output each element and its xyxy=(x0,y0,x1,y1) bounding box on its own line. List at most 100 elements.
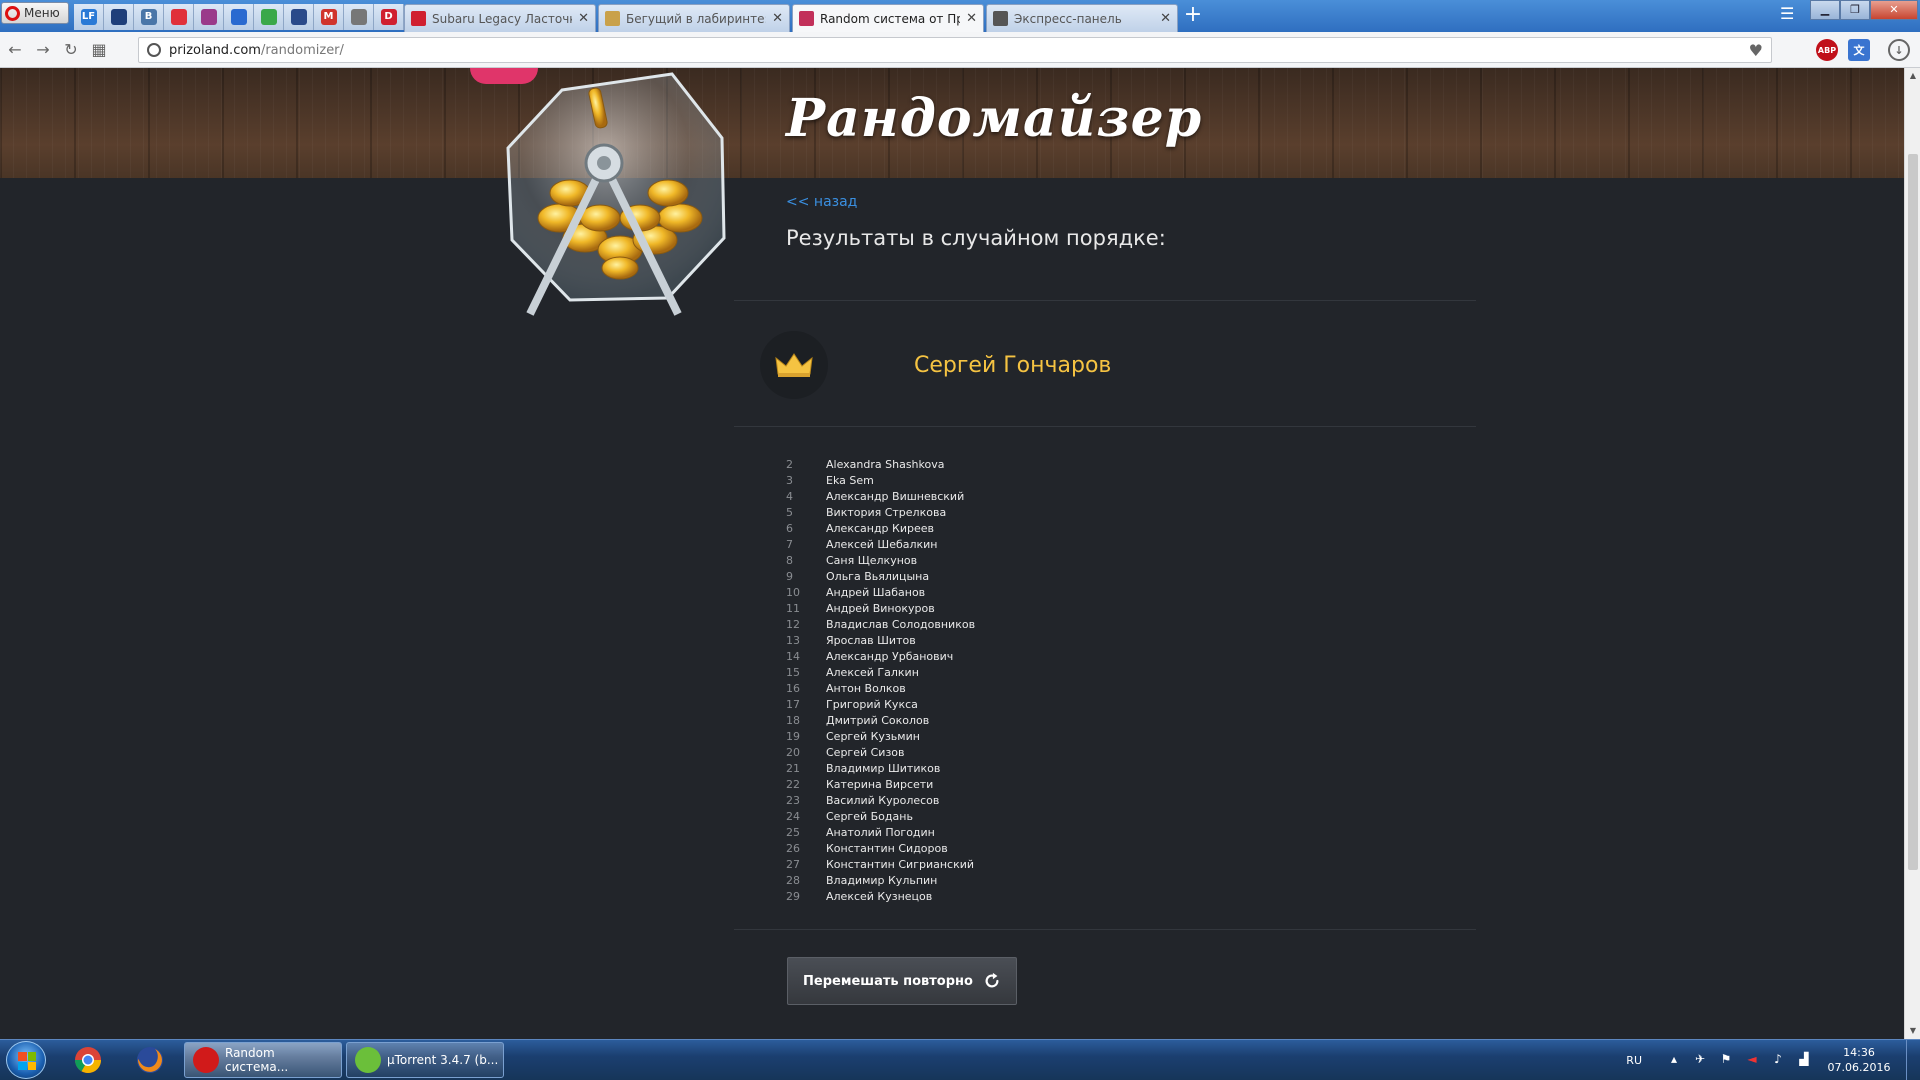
list-item: 7 Алексей Шебалкин xyxy=(786,536,975,552)
shuffle-again-button[interactable]: Перемешать повторно xyxy=(787,957,1017,1005)
minimize-button[interactable]: ▁ xyxy=(1810,0,1840,20)
divider-top xyxy=(734,300,1476,301)
lf-icon: LF xyxy=(80,9,97,25)
participant-name: Константин Сидоров xyxy=(826,841,948,855)
page-viewport: Рандомайзер << назад Результаты в случай… xyxy=(0,68,1904,1039)
browser-tab[interactable]: Бегущий в лабиринте: Ис ✕ xyxy=(598,4,790,32)
participant-name: Анатолий Погодин xyxy=(826,825,935,839)
participant-number: 17 xyxy=(786,697,800,711)
participant-number: 6 xyxy=(786,521,793,535)
adblock-plus-icon[interactable]: ABP xyxy=(1816,39,1838,61)
list-item: 2 Alexandra Shashkova xyxy=(786,456,975,472)
mute-icon[interactable]: ◄ xyxy=(1744,1052,1760,1068)
participant-name: Владимир Кульпин xyxy=(826,873,938,887)
pinned-tab[interactable] xyxy=(224,4,254,30)
list-item: 17 Григорий Кукса xyxy=(786,696,975,712)
url-host: prizoland.com xyxy=(169,42,261,58)
scroll-thumb[interactable] xyxy=(1908,154,1918,870)
window-controls: ▁ ❐ ✕ xyxy=(1810,0,1918,20)
address-bar[interactable]: prizoland.com/randomizer/ ♥ xyxy=(138,37,1772,63)
action-center-flag-icon[interactable]: ⚑ xyxy=(1718,1052,1734,1068)
opera-menu-button[interactable]: Меню xyxy=(1,2,69,24)
pinned-tab[interactable] xyxy=(104,4,134,30)
pinned-tab[interactable]: В xyxy=(134,4,164,30)
translate-extension-icon[interactable]: 文 xyxy=(1848,39,1870,61)
globe-icon xyxy=(110,9,127,25)
participant-name: Владимир Шитиков xyxy=(826,761,941,775)
pinned-tab[interactable]: D xyxy=(374,4,404,30)
participant-name: Александр Киреев xyxy=(826,521,934,535)
system-clock[interactable]: 14:36 07.06.2016 xyxy=(1822,1045,1896,1075)
chrome-icon[interactable] xyxy=(62,1042,114,1078)
pinned-tab[interactable] xyxy=(194,4,224,30)
pinned-tab[interactable] xyxy=(344,4,374,30)
participant-number: 23 xyxy=(786,793,800,807)
scroll-down-arrow-icon[interactable]: ▼ xyxy=(1905,1023,1920,1039)
pinned-tab[interactable] xyxy=(284,4,314,30)
tray-expand-icon[interactable]: ▴ xyxy=(1666,1052,1682,1068)
tab-menu-icon[interactable]: ☰ xyxy=(1780,4,1794,23)
browser-tab[interactable]: Экспресс-панель ✕ xyxy=(986,4,1178,32)
participant-name: Александр Урбанович xyxy=(826,649,954,663)
participant-number: 8 xyxy=(786,553,793,567)
scroll-up-arrow-icon[interactable]: ▲ xyxy=(1905,68,1920,84)
back-link[interactable]: << назад xyxy=(786,194,857,210)
list-item: 20 Сергей Сизов xyxy=(786,744,975,760)
firefox-icon[interactable] xyxy=(124,1042,176,1078)
taskbar-app-label: µTorrent 3.4.7 (b... xyxy=(387,1053,499,1067)
tray-app-icon[interactable]: ✈ xyxy=(1692,1052,1708,1068)
list-item: 13 Ярослав Шитов xyxy=(786,632,975,648)
list-item: 11 Андрей Винокуров xyxy=(786,600,975,616)
list-item: 10 Андрей Шабанов xyxy=(786,584,975,600)
pinned-tab[interactable]: LF xyxy=(74,4,104,30)
list-item: 4 Александр Вишневский xyxy=(786,488,975,504)
tab-favicon-icon xyxy=(411,11,426,26)
reload-icon[interactable]: ↻ xyxy=(58,37,84,63)
participant-name: Антон Волков xyxy=(826,681,906,695)
forward-arrow-icon[interactable]: → xyxy=(30,37,56,63)
page-scrollbar[interactable]: ▲ ▼ xyxy=(1904,68,1920,1039)
participant-name: Андрей Винокуров xyxy=(826,601,935,615)
tab-close-icon[interactable]: ✕ xyxy=(1160,11,1171,26)
participant-number: 12 xyxy=(786,617,800,631)
participant-name: Виктория Стрелкова xyxy=(826,505,947,519)
participant-name: Андрей Шабанов xyxy=(826,585,926,599)
participant-name: Григорий Кукса xyxy=(826,697,918,711)
tab-close-icon[interactable]: ✕ xyxy=(578,11,589,26)
start-button[interactable] xyxy=(6,1041,46,1079)
pinned-tab[interactable]: M xyxy=(314,4,344,30)
browser-tab[interactable]: Subaru Legacy Ласточка ✕ xyxy=(404,4,596,32)
taskbar-app-button[interactable]: Random система... xyxy=(184,1042,342,1078)
close-window-button[interactable]: ✕ xyxy=(1870,0,1918,20)
site-info-icon[interactable] xyxy=(147,43,161,57)
back-arrow-icon[interactable]: ← xyxy=(2,37,28,63)
participant-number: 19 xyxy=(786,729,800,743)
maximize-button[interactable]: ❐ xyxy=(1840,0,1870,20)
browser-tab[interactable]: Random система от Приз ✕ xyxy=(792,4,984,32)
page-title: Рандомайзер xyxy=(786,88,1203,149)
participant-number: 10 xyxy=(786,585,800,599)
pinned-tab[interactable] xyxy=(254,4,284,30)
pinned-tab[interactable] xyxy=(164,4,194,30)
new-tab-button[interactable]: + xyxy=(1180,4,1206,28)
tab-close-icon[interactable]: ✕ xyxy=(772,11,783,26)
list-item: 9 Ольга Вьялицына xyxy=(786,568,975,584)
tab-favicon-icon xyxy=(799,11,814,26)
list-item: 27 Константин Сигрианский xyxy=(786,856,975,872)
participant-number: 14 xyxy=(786,649,800,663)
network-icon[interactable]: ▟ xyxy=(1796,1052,1812,1068)
tab-favicon-icon xyxy=(605,11,620,26)
show-desktop-button[interactable] xyxy=(1906,1040,1920,1080)
speed-dial-grid-icon[interactable]: ▦ xyxy=(86,37,112,63)
participant-name: Владислав Солодовников xyxy=(826,617,976,631)
participant-number: 16 xyxy=(786,681,800,695)
bookmark-heart-icon[interactable]: ♥ xyxy=(1749,41,1763,60)
participant-number: 28 xyxy=(786,873,800,887)
taskbar-app-button[interactable]: µTorrent 3.4.7 (b... xyxy=(346,1042,504,1078)
volume-icon[interactable]: ♪ xyxy=(1770,1052,1786,1068)
download-icon[interactable]: ↓ xyxy=(1888,39,1910,61)
participant-number: 25 xyxy=(786,825,800,839)
divider-middle xyxy=(734,426,1476,427)
tab-close-icon[interactable]: ✕ xyxy=(966,11,977,26)
language-indicator[interactable]: RU xyxy=(1626,1054,1642,1067)
